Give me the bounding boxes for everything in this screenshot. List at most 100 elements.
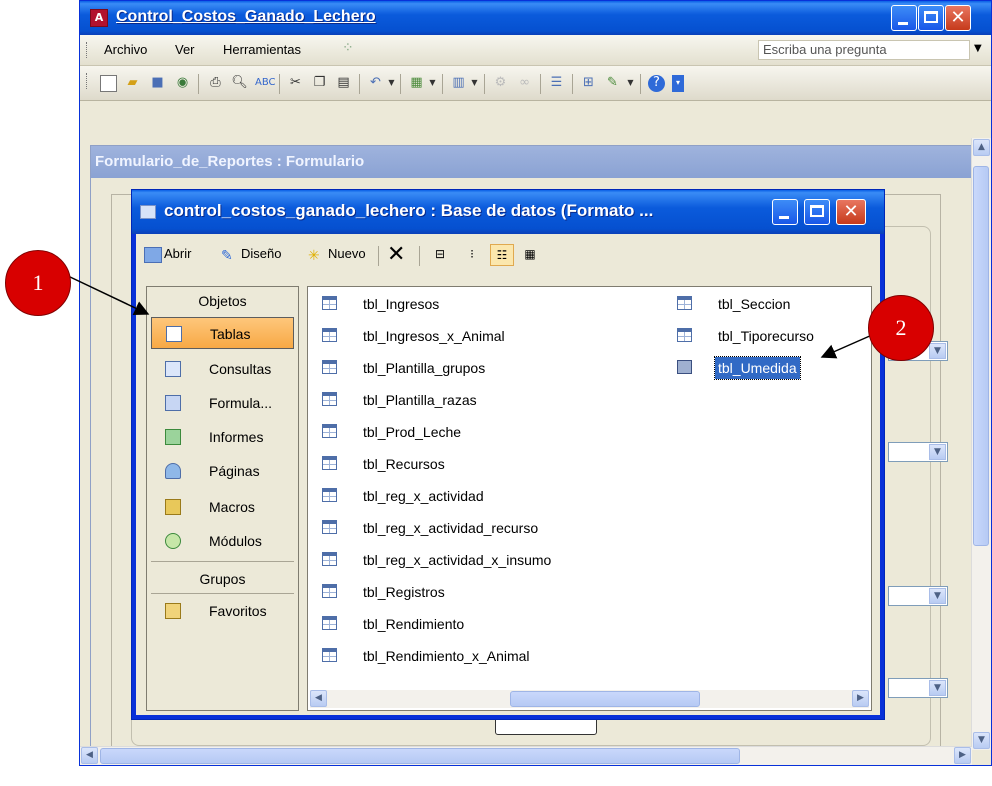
list-view-icon[interactable]: ☷	[490, 244, 514, 266]
scroll-up-icon[interactable]: ▲	[973, 139, 990, 156]
cut-icon[interactable]: ✂	[287, 75, 304, 92]
print-preview-icon[interactable]: 🔍︎	[231, 75, 248, 92]
object-tables[interactable]: Tablas	[151, 317, 294, 349]
paste-icon[interactable]: ▤	[335, 75, 352, 92]
callout-1: 1	[5, 250, 71, 316]
close-icon: ✕	[843, 201, 859, 222]
help-icon[interactable]: ?	[648, 75, 665, 92]
minimize-icon	[779, 216, 789, 219]
table-icon	[677, 328, 692, 342]
db-window-body: Abrir ✎ Diseño ✳ Nuevo ✕ ⊟ ⁝ ☷ ▦ Objetos T…	[136, 234, 880, 715]
close-button[interactable]: ✕	[945, 5, 971, 31]
report-icon	[165, 429, 181, 445]
code-icon[interactable]: ⚙	[492, 75, 509, 92]
objects-header[interactable]: Objetos	[147, 287, 298, 315]
office-links-icon[interactable]: ▦	[408, 75, 425, 92]
table-icon	[322, 424, 337, 438]
scroll-right-icon[interactable]: ▶	[954, 747, 971, 764]
form-combo-4[interactable]: ▼	[888, 678, 948, 698]
file-search-icon[interactable]: ◉	[174, 75, 191, 92]
menu-overflow-icon[interactable]: ⁘	[342, 39, 354, 56]
help-question-input[interactable]: Escriba una pregunta	[758, 40, 970, 60]
table-icon	[322, 296, 337, 310]
delete-icon[interactable]: ✕	[387, 241, 405, 267]
app-titlebar[interactable]: A Control_Costos_Ganado_Lechero ✕	[80, 1, 991, 35]
list-horizontal-scrollbar[interactable]: ◀ ▶	[310, 690, 869, 708]
script-editor-icon[interactable]: ∞	[516, 75, 533, 92]
toolbar-grip[interactable]	[86, 73, 90, 89]
list-scroll-thumb[interactable]	[510, 691, 700, 707]
database-window: control_costos_ganado_lechero : Base de …	[131, 189, 885, 720]
table-icon	[322, 328, 337, 342]
tables-list: tbl_Ingresos tbl_Ingresos_x_Animal tbl_P…	[307, 286, 872, 711]
undo-icon[interactable]: ↶	[367, 75, 384, 92]
table-icon	[322, 520, 337, 534]
analyze-icon[interactable]: ▥	[450, 75, 467, 92]
minimize-button[interactable]	[891, 5, 917, 31]
maximize-button[interactable]	[918, 5, 944, 31]
chevron-down-icon[interactable]: ▼	[929, 680, 946, 696]
chevron-down-icon[interactable]: ▼	[929, 343, 946, 359]
help-dropdown-arrow-icon[interactable]: ▼	[974, 43, 982, 54]
copy-icon[interactable]: ❐	[311, 75, 328, 92]
table-icon	[677, 360, 692, 374]
main-toolbar: ▰ ■ ◉ ⎙ 🔍︎ ABC ✂ ❐ ▤ ↶ ▼ ▦ ▼ ▥ ▼ ⚙ ∞ ☰ ⊞…	[80, 66, 991, 101]
access-app-icon: A	[90, 9, 108, 27]
details-view-icon[interactable]: ▦	[518, 244, 542, 266]
relationships-icon[interactable]: ⊞	[580, 75, 597, 92]
chevron-down-icon[interactable]: ▼	[929, 444, 946, 460]
groups-header[interactable]: Grupos	[147, 565, 298, 593]
undo-dropdown-icon[interactable]: ▼	[383, 75, 400, 92]
group-favorites[interactable]: Favoritos	[151, 595, 294, 627]
large-icons-view-icon[interactable]: ⊟	[428, 244, 452, 266]
object-macros[interactable]: Macros	[151, 491, 294, 523]
vertical-scroll-thumb[interactable]	[973, 166, 989, 546]
db-titlebar[interactable]: control_costos_ganado_lechero : Base de …	[132, 190, 884, 234]
form-vertical-scrollbar[interactable]: ▲ ▼	[971, 138, 991, 750]
new-document-icon[interactable]	[100, 75, 117, 92]
table-icon	[166, 326, 182, 342]
new-object-icon[interactable]: ✎	[604, 75, 621, 92]
db-maximize-button[interactable]	[804, 199, 830, 225]
table-icon	[322, 616, 337, 630]
database-icon	[140, 205, 156, 219]
object-queries[interactable]: Consultas	[151, 353, 294, 385]
db-minimize-button[interactable]	[772, 199, 798, 225]
form-combo-3[interactable]: ▼	[888, 586, 948, 606]
properties-icon[interactable]: ☰	[548, 75, 565, 92]
design-icon: ✎	[221, 246, 233, 263]
object-modules[interactable]: Módulos	[151, 525, 294, 557]
form-combo-2[interactable]: ▼	[888, 442, 948, 462]
open-folder-icon[interactable]: ▰	[124, 75, 141, 92]
small-icons-view-icon[interactable]: ⁝	[460, 244, 484, 266]
design-button[interactable]: ✎ Diseño	[221, 246, 281, 263]
print-icon[interactable]: ⎙	[207, 75, 224, 92]
new-button[interactable]: ✳ Nuevo	[308, 246, 366, 263]
save-icon[interactable]: ■	[149, 75, 166, 92]
chevron-down-icon[interactable]: ▼	[929, 588, 946, 604]
spelling-icon[interactable]: ABC	[255, 75, 276, 92]
object-pages[interactable]: Páginas	[151, 455, 294, 487]
scroll-left-icon[interactable]: ◀	[81, 747, 98, 764]
menubar-grip[interactable]	[86, 42, 90, 58]
toolbar-options-icon[interactable]: ▾	[672, 75, 684, 92]
app-title: Control_Costos_Ganado_Lechero	[116, 8, 376, 25]
office-links-dropdown-icon[interactable]: ▼	[424, 75, 441, 92]
menu-archivo[interactable]: Archivo	[104, 42, 147, 57]
form-horizontal-scrollbar[interactable]: ◀ ▶	[80, 746, 972, 765]
new-object-dropdown-icon[interactable]: ▼	[622, 75, 639, 92]
query-icon	[165, 361, 181, 377]
horizontal-scroll-thumb[interactable]	[100, 748, 740, 764]
db-close-button[interactable]: ✕	[836, 199, 866, 225]
menu-herramientas[interactable]: Herramientas	[223, 42, 301, 57]
favorites-folder-icon	[165, 603, 181, 619]
analyze-dropdown-icon[interactable]: ▼	[466, 75, 483, 92]
scroll-left-icon[interactable]: ◀	[310, 690, 327, 707]
object-reports[interactable]: Informes	[151, 421, 294, 453]
form-window-title[interactable]: Formulario_de_Reportes : Formulario	[91, 146, 971, 178]
scroll-right-icon[interactable]: ▶	[852, 690, 869, 707]
menu-ver[interactable]: Ver	[175, 42, 195, 57]
object-forms[interactable]: Formula...	[151, 387, 294, 419]
open-button[interactable]: Abrir	[144, 246, 191, 263]
scroll-down-icon[interactable]: ▼	[973, 732, 990, 749]
